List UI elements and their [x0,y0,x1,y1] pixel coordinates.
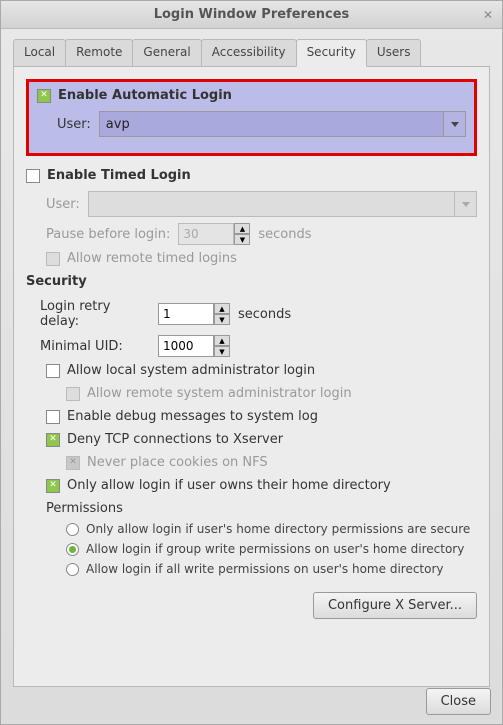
chevron-down-icon [454,192,476,216]
auto-login-user-combo[interactable]: avp [99,111,466,137]
spin-down-icon: ▼ [234,234,250,245]
deny-tcp-checkbox[interactable] [46,433,60,447]
pause-value-input [178,223,234,245]
enable-timed-login-label: Enable Timed Login [47,168,191,183]
perm-all-radio[interactable] [66,563,79,576]
allow-local-admin-label: Allow local system administrator login [67,363,315,378]
perm-group-radio[interactable] [66,543,79,556]
close-button[interactable]: Close [426,688,491,715]
spin-up-icon: ▲ [234,223,250,234]
never-cookies-checkbox [66,456,80,470]
spin-up-icon[interactable]: ▲ [214,303,230,314]
auto-login-highlight: Enable Automatic Login User: avp [26,79,477,156]
tab-users[interactable]: Users [366,39,422,66]
allow-remote-timed-label: Allow remote timed logins [67,251,237,266]
retry-unit: seconds [238,307,291,322]
spin-down-icon[interactable]: ▼ [214,346,230,357]
only-owner-label: Only allow login if user owns their home… [67,478,391,493]
enable-auto-login-checkbox[interactable] [37,89,51,103]
perm-all-label: Allow login if all write permissions on … [86,562,444,576]
retry-value-input[interactable] [158,303,214,325]
tab-accessibility[interactable]: Accessibility [201,39,297,66]
configure-xserver-button[interactable]: Configure X Server... [313,592,477,619]
uid-label: Minimal UID: [40,339,150,354]
security-panel: Enable Automatic Login User: avp Enable … [13,67,490,687]
allow-remote-admin-checkbox [66,387,80,401]
tab-remote[interactable]: Remote [65,39,133,66]
tab-bar: Local Remote General Accessibility Secur… [13,39,490,67]
timed-user-label: User: [46,197,80,212]
enable-debug-label: Enable debug messages to system log [67,409,318,424]
spin-up-icon[interactable]: ▲ [214,335,230,346]
window-title: Login Window Preferences [154,7,350,22]
enable-timed-login-checkbox[interactable] [26,169,40,183]
only-owner-checkbox[interactable] [46,479,60,493]
spin-down-icon[interactable]: ▼ [214,314,230,325]
never-cookies-label: Never place cookies on NFS [87,455,268,470]
perm-group-label: Allow login if group write permissions o… [86,542,464,556]
allow-remote-timed-checkbox [46,252,60,266]
timed-user-combo [88,191,477,217]
pause-label: Pause before login: [46,227,170,242]
tab-security[interactable]: Security [296,39,367,67]
uid-value-input[interactable] [158,335,214,357]
titlebar: Login Window Preferences ✕ [1,1,502,29]
enable-auto-login-label: Enable Automatic Login [58,88,232,103]
allow-local-admin-checkbox[interactable] [46,364,60,378]
tab-local[interactable]: Local [13,39,66,66]
tab-general[interactable]: General [132,39,201,66]
perm-secure-radio[interactable] [66,523,79,536]
retry-label: Login retry delay: [40,299,150,329]
security-heading: Security [26,274,477,289]
enable-debug-checkbox[interactable] [46,410,60,424]
permissions-heading: Permissions [46,501,477,516]
perm-secure-label: Only allow login if user's home director… [86,522,470,536]
deny-tcp-label: Deny TCP connections to Xserver [67,432,283,447]
pause-unit: seconds [258,227,311,242]
close-icon[interactable]: ✕ [480,7,496,23]
auto-login-user-value: avp [106,117,130,132]
allow-remote-admin-label: Allow remote system administrator login [87,386,352,401]
auto-login-user-label: User: [57,117,91,132]
chevron-down-icon[interactable] [443,112,465,136]
